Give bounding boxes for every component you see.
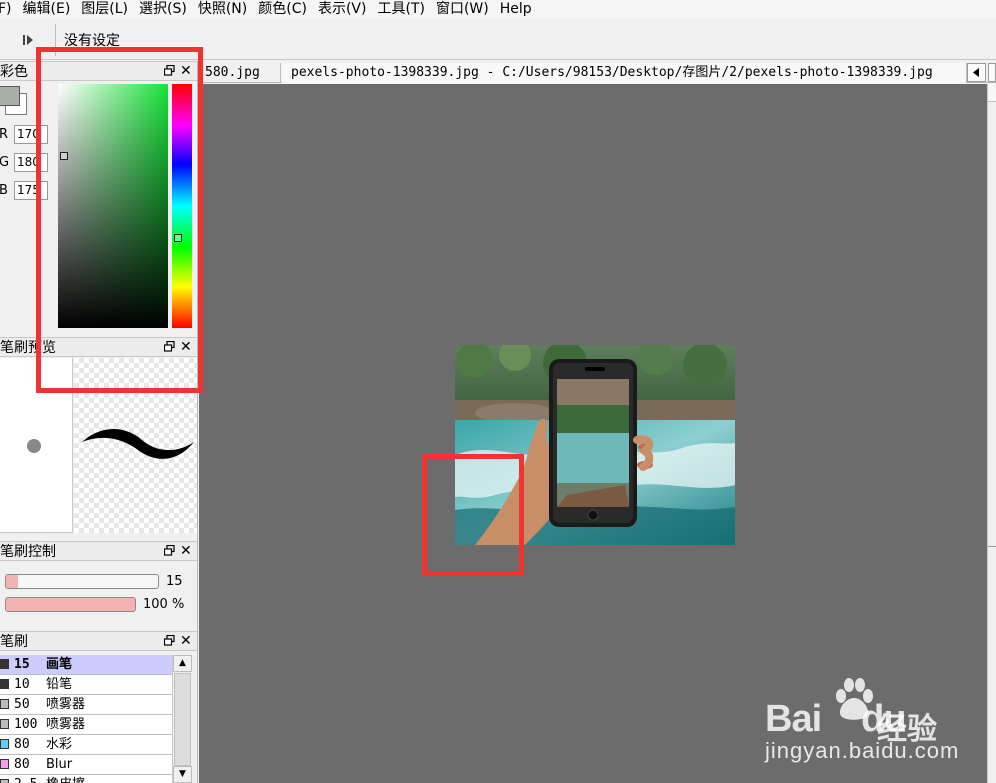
brush-name-label: 橡皮擦 [46,775,85,783]
scroll-down-icon[interactable]: ▼ [173,766,192,783]
brush-list-scrollbar[interactable]: ▲ ▼ [172,655,192,783]
tab-scroll-left-button[interactable] [967,63,986,82]
brush-size-label: 10 [14,677,30,692]
document-tab-bar: 580.jpg pexels-photo-1398339.jpg - C:/Us… [199,61,996,83]
menu-item-2[interactable]: 图层(L) [76,0,134,19]
brush-list-item[interactable]: 80 水彩 [0,735,172,755]
brush-size-fill [6,575,19,588]
brush-size-label: 2.5 [14,775,37,783]
annotation-box-color-picker [36,47,203,393]
close-panel-icon[interactable]: ✕ [180,633,192,649]
brush-color-swatch [0,679,9,689]
brush-list-item[interactable]: 100 喷雾器 [0,715,172,735]
brush-size-label: 100 [14,717,38,732]
brush-name-label: 水彩 [46,737,73,752]
tab-scroll-right-button[interactable] [988,63,996,82]
scroll-up-icon[interactable]: ▲ [173,655,192,672]
brush-list-item[interactable]: 2.5 橡皮擦 [0,775,172,783]
brush-name-label: 画笔 [46,657,73,672]
brush-name-label: Blur [46,757,73,772]
close-panel-icon[interactable]: ✕ [180,543,192,559]
menu-item-3[interactable]: 選択(S) [134,0,193,19]
green-label: G [0,155,10,170]
float-panel-icon[interactable] [164,545,175,556]
brush-size-label: 15 [14,657,30,672]
menu-item-0[interactable]: F) [0,0,18,19]
brush-list-item[interactable]: 10 铅笔 [0,675,172,695]
brush-color-swatch [0,739,9,749]
menu-item-7[interactable]: 工具(T) [372,0,430,19]
menu-bar: F) 编辑(E) 图层(L) 選択(S) 快照(N) 颜色(C) 表示(V) 工具(T) 窗口(… [0,0,996,19]
brush-list-panel-title: 笔刷 [0,634,28,650]
brush-color-swatch [0,699,9,709]
menu-item-1[interactable]: 编辑(E) [18,0,77,19]
brush-size-label: 80 [14,737,30,752]
color-panel-title: 彩色 [0,64,28,80]
brush-opacity-slider[interactable] [5,597,136,612]
brush-color-swatch [0,779,9,783]
brush-color-swatch [0,659,9,669]
brush-name-label: 喷雾器 [46,697,86,712]
scrollbar-divider [988,546,996,547]
brush-size-label: 80 [14,757,30,772]
brush-list-item[interactable]: 50 喷雾器 [0,695,172,715]
brush-stroke-sample [82,429,194,459]
watermark-url: jingyan.baidu.com [765,738,960,763]
scroll-up-icon[interactable] [988,84,996,102]
document-tab-580[interactable]: 580.jpg [199,63,281,83]
menu-item-4[interactable]: 快照(N) [193,0,253,19]
brush-size-slider[interactable] [5,574,159,589]
menu-item-8[interactable]: 窗口(W) [431,0,495,19]
brush-color-swatch [0,759,9,769]
blue-label: B [0,183,8,198]
brush-name-label: 喷雾器 [46,717,86,732]
menu-item-6[interactable]: 表示(V) [313,0,373,19]
brush-opacity-value: 100 % [143,597,185,612]
chevron-left-icon [973,68,979,77]
document-tab-pexels[interactable]: pexels-photo-1398339.jpg - C:/Users/9815… [282,63,967,83]
brush-list-panel-header[interactable]: 笔刷 ✕ [0,631,197,651]
watermark-brand-prefix: Bai [765,698,822,740]
foreground-color-swatch[interactable] [0,86,20,106]
canvas-vertical-scrollbar[interactable] [987,84,996,783]
brush-control-panel-title: 笔刷控制 [0,544,56,560]
brush-list-item[interactable]: 80 Blur [0,755,172,775]
annotation-box-canvas [422,454,524,576]
brush-opacity-fill [6,598,135,611]
brush-list-scroll-thumb[interactable] [174,673,191,766]
brush-name-label: 铅笔 [46,677,73,692]
menu-item-5[interactable]: 颜色(C) [253,0,313,19]
float-panel-icon[interactable] [164,635,175,646]
brush-size-value: 15 [166,574,183,589]
red-label: R [0,127,9,142]
brush-list-item[interactable]: 15 画笔 [0,655,172,675]
watermark: Bai du 经验 jingyan.baidu.com [765,676,985,776]
play-icon[interactable] [21,33,35,47]
brush-size-label: 50 [14,697,30,712]
menu-item-9[interactable]: Help [495,0,538,19]
brush-list: 15 画笔 10 铅笔 50 喷雾器 100 喷雾器 80 水彩 80 Blur 2.5 橡皮擦 [0,655,172,783]
brush-control-panel-header[interactable]: 笔刷控制 ✕ [0,541,197,561]
brush-tip-dot [27,439,41,453]
brush-color-swatch [0,719,9,729]
